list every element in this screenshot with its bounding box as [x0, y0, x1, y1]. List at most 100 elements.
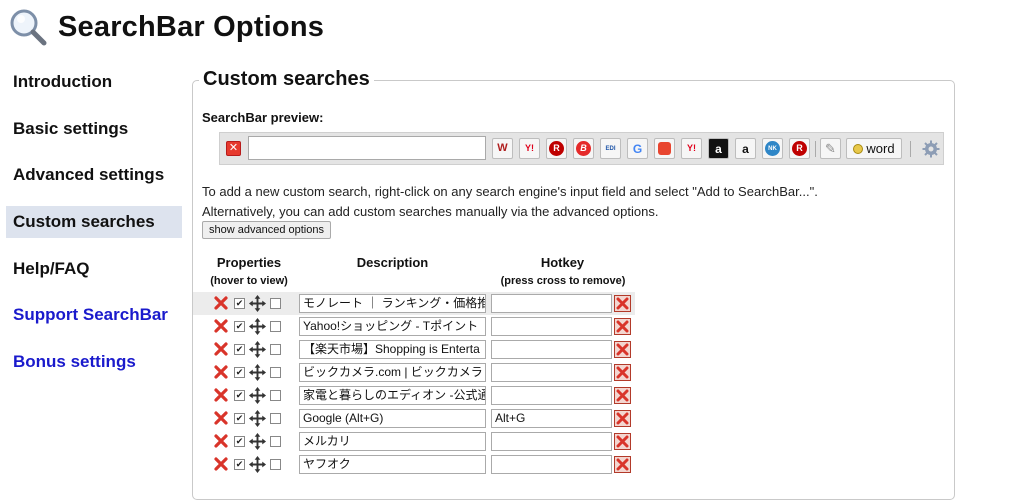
option-checkbox[interactable] — [270, 390, 281, 401]
searchbar-query-input[interactable] — [248, 136, 486, 160]
hotkey-input[interactable] — [491, 317, 612, 336]
enabled-checkbox[interactable]: ✔ — [234, 436, 245, 447]
remove-hotkey-icon[interactable] — [614, 433, 631, 450]
magnifier-icon — [10, 9, 47, 46]
description-input[interactable]: ヤフオク — [299, 455, 486, 474]
sidebar-item-introduction[interactable]: Introduction — [6, 66, 182, 98]
sidebar-item-basic-settings[interactable]: Basic settings — [6, 113, 182, 145]
table-row: ✔ メルカリ — [193, 430, 633, 453]
hotkey-input[interactable]: Alt+G — [491, 409, 612, 428]
delete-icon[interactable] — [213, 387, 229, 403]
description-header: Description — [356, 255, 429, 270]
move-icon[interactable] — [248, 455, 267, 474]
hotkey-input[interactable] — [491, 432, 612, 451]
description-input[interactable]: メルカリ — [299, 432, 486, 451]
delete-icon[interactable] — [213, 341, 229, 357]
option-checkbox[interactable] — [270, 367, 281, 378]
instructions-line-2: Alternatively, you can add custom search… — [202, 204, 659, 219]
hotkey-input[interactable] — [491, 455, 612, 474]
option-checkbox[interactable] — [270, 459, 281, 470]
page-title: SearchBar Options — [58, 10, 325, 43]
preview-label: SearchBar preview: — [202, 110, 324, 125]
enabled-checkbox[interactable]: ✔ — [234, 344, 245, 355]
enabled-checkbox[interactable]: ✔ — [234, 367, 245, 378]
hotkey-input[interactable] — [491, 386, 612, 405]
panel-title: Custom searches — [199, 68, 374, 91]
description-input[interactable]: 家電と暮らしのエディオン -公式通 — [299, 386, 486, 405]
custom-searches-panel: Custom searches SearchBar preview: ✕ W Y… — [192, 68, 955, 500]
remove-hotkey-icon[interactable] — [614, 387, 631, 404]
remove-hotkey-icon[interactable] — [614, 318, 631, 335]
table-row: ✔ 【楽天市場】Shopping is Enterta — [193, 338, 633, 361]
remove-hotkey-icon[interactable] — [614, 295, 631, 312]
enabled-checkbox[interactable]: ✔ — [234, 459, 245, 470]
show-advanced-options-button[interactable]: show advanced options — [202, 221, 331, 239]
remove-hotkey-icon[interactable] — [614, 341, 631, 358]
enabled-checkbox[interactable]: ✔ — [234, 298, 245, 309]
word-button[interactable]: word — [846, 138, 902, 159]
remove-hotkey-icon[interactable] — [614, 456, 631, 473]
option-checkbox[interactable] — [270, 321, 281, 332]
enabled-checkbox[interactable]: ✔ — [234, 413, 245, 424]
move-icon[interactable] — [248, 432, 267, 451]
move-icon[interactable] — [248, 409, 267, 428]
description-input[interactable]: 【楽天市場】Shopping is Enterta — [299, 340, 486, 359]
move-icon[interactable] — [248, 386, 267, 405]
close-icon[interactable]: ✕ — [226, 141, 241, 156]
sidebar-item-advanced-settings[interactable]: Advanced settings — [6, 159, 182, 191]
enabled-checkbox[interactable]: ✔ — [234, 390, 245, 401]
description-input[interactable]: Yahoo!ショッピング - Tポイント — [299, 317, 486, 336]
delete-icon[interactable] — [213, 318, 229, 334]
pencil-icon[interactable]: ✎ — [820, 138, 841, 159]
move-icon[interactable] — [248, 294, 267, 313]
instructions-text: To add a new custom search, right-click … — [202, 182, 947, 222]
description-input[interactable]: モノレート ｜ ランキング・価格推 — [299, 294, 486, 313]
hotkey-header: Hotkey — [540, 255, 585, 270]
option-checkbox[interactable] — [270, 298, 281, 309]
sidebar-item-help-faq[interactable]: Help/FAQ — [6, 253, 182, 285]
delete-icon[interactable] — [213, 433, 229, 449]
highlight-icon — [853, 143, 864, 154]
sidebar-item-support-searchbar[interactable]: Support SearchBar — [6, 299, 182, 331]
delete-icon[interactable] — [213, 295, 229, 311]
hotkey-input[interactable] — [491, 294, 612, 313]
rakuten-2-icon[interactable]: R — [789, 138, 810, 159]
option-checkbox[interactable] — [270, 344, 281, 355]
enabled-checkbox[interactable]: ✔ — [234, 321, 245, 332]
word-button-label: word — [866, 141, 895, 156]
amazon-icon[interactable]: a — [735, 138, 756, 159]
wowma-icon[interactable]: W — [492, 138, 513, 159]
sidebar-nav: Introduction Basic settings Advanced set… — [6, 66, 182, 393]
kakaku-icon[interactable]: NK — [762, 138, 783, 159]
remove-hotkey-icon[interactable] — [614, 410, 631, 427]
yahoo-icon[interactable]: Y! — [519, 138, 540, 159]
hotkey-input[interactable] — [491, 340, 612, 359]
move-icon[interactable] — [248, 317, 267, 336]
yahoo-auction-icon[interactable]: Y! — [681, 138, 702, 159]
description-input[interactable]: Google (Alt+G) — [299, 409, 486, 428]
searchbar-preview: ✕ W Y! R B EDI G Y! a a NK R ✎ word — [219, 132, 944, 165]
edion-icon[interactable]: EDI — [600, 138, 621, 159]
move-icon[interactable] — [248, 340, 267, 359]
option-checkbox[interactable] — [270, 413, 281, 424]
toolbar-separator — [910, 141, 911, 157]
description-input[interactable]: ビックカメラ.com | ビックカメラ — [299, 363, 486, 382]
remove-hotkey-icon[interactable] — [614, 364, 631, 381]
option-checkbox[interactable] — [270, 436, 281, 447]
b-icon[interactable]: B — [573, 138, 594, 159]
delete-icon[interactable] — [213, 364, 229, 380]
instructions-line-1: To add a new custom search, right-click … — [202, 184, 818, 199]
google-icon[interactable]: G — [627, 138, 648, 159]
delete-icon[interactable] — [213, 410, 229, 426]
amazon-black-icon[interactable]: a — [708, 138, 729, 159]
move-icon[interactable] — [248, 363, 267, 382]
gear-icon[interactable] — [920, 138, 942, 160]
rakuten-icon[interactable]: R — [546, 138, 567, 159]
sidebar-item-bonus-settings[interactable]: Bonus settings — [6, 346, 182, 378]
hotkey-input[interactable] — [491, 363, 612, 382]
table-row: ✔ Google (Alt+G) Alt+G — [193, 407, 633, 430]
delete-icon[interactable] — [213, 456, 229, 472]
mercari-icon[interactable] — [654, 138, 675, 159]
sidebar-item-custom-searches[interactable]: Custom searches — [6, 206, 182, 239]
page-header: SearchBar Options — [8, 6, 324, 48]
